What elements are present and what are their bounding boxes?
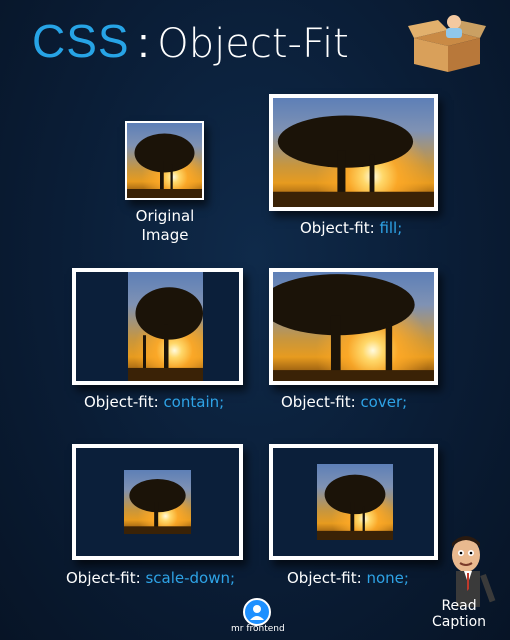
caption-none-value: none; bbox=[366, 569, 409, 587]
tree-silhouette-icon bbox=[127, 133, 202, 198]
caption-scale-down: Object-fit: scale-down; bbox=[66, 569, 235, 587]
caption-contain: Object-fit: contain; bbox=[84, 393, 224, 411]
caption-original: Original Image bbox=[134, 207, 196, 245]
caption-none-prefix: Object-fit: bbox=[287, 569, 362, 587]
caption-fill-value: fill; bbox=[379, 219, 403, 237]
caption-fill-prefix: Object-fit: bbox=[300, 219, 375, 237]
original-image-frame bbox=[125, 121, 204, 200]
tree-silhouette-icon bbox=[124, 478, 191, 534]
page-title: CSS : Object-Fit bbox=[32, 14, 349, 74]
title-css: CSS bbox=[32, 15, 130, 67]
brand-name: mr frontend bbox=[231, 624, 285, 634]
caption-cover-prefix: Object-fit: bbox=[281, 393, 356, 411]
read-caption-label: Read Caption bbox=[432, 598, 486, 630]
original-image bbox=[127, 123, 202, 198]
caption-fill: Object-fit: fill; bbox=[300, 219, 402, 237]
cover-frame bbox=[269, 268, 438, 385]
caption-scale-down-prefix: Object-fit: bbox=[66, 569, 141, 587]
contain-image bbox=[128, 272, 203, 381]
cover-image bbox=[273, 272, 434, 381]
tree-silhouette-icon bbox=[317, 474, 393, 540]
contain-frame bbox=[72, 268, 243, 385]
scale-down-frame bbox=[72, 444, 243, 560]
title-colon: : bbox=[137, 19, 150, 66]
scale-down-image bbox=[124, 470, 191, 534]
brand-logo-icon bbox=[243, 598, 271, 626]
caption-contain-value: contain; bbox=[163, 393, 225, 411]
caption-none: Object-fit: none; bbox=[287, 569, 409, 587]
fill-frame bbox=[269, 94, 438, 211]
caption-scale-down-value: scale-down; bbox=[145, 569, 236, 587]
user-icon bbox=[250, 605, 264, 620]
none-frame bbox=[269, 444, 438, 560]
caption-original-line1: Original bbox=[135, 207, 195, 225]
caption-contain-prefix: Object-fit: bbox=[84, 393, 159, 411]
title-object-fit: Object-Fit bbox=[157, 21, 349, 67]
cardboard-box-icon bbox=[408, 15, 486, 72]
caption-cover: Object-fit: cover; bbox=[281, 393, 407, 411]
read-caption-line1: Read bbox=[441, 598, 477, 614]
read-caption-line2: Caption bbox=[432, 614, 487, 630]
caption-original-line2: Image bbox=[141, 226, 189, 244]
caption-cover-value: cover; bbox=[360, 393, 408, 411]
fill-image bbox=[273, 98, 434, 207]
none-image bbox=[317, 464, 393, 540]
tree-silhouette-icon bbox=[273, 115, 434, 207]
tree-silhouette-icon bbox=[128, 287, 203, 381]
tree-silhouette-icon bbox=[273, 274, 434, 381]
